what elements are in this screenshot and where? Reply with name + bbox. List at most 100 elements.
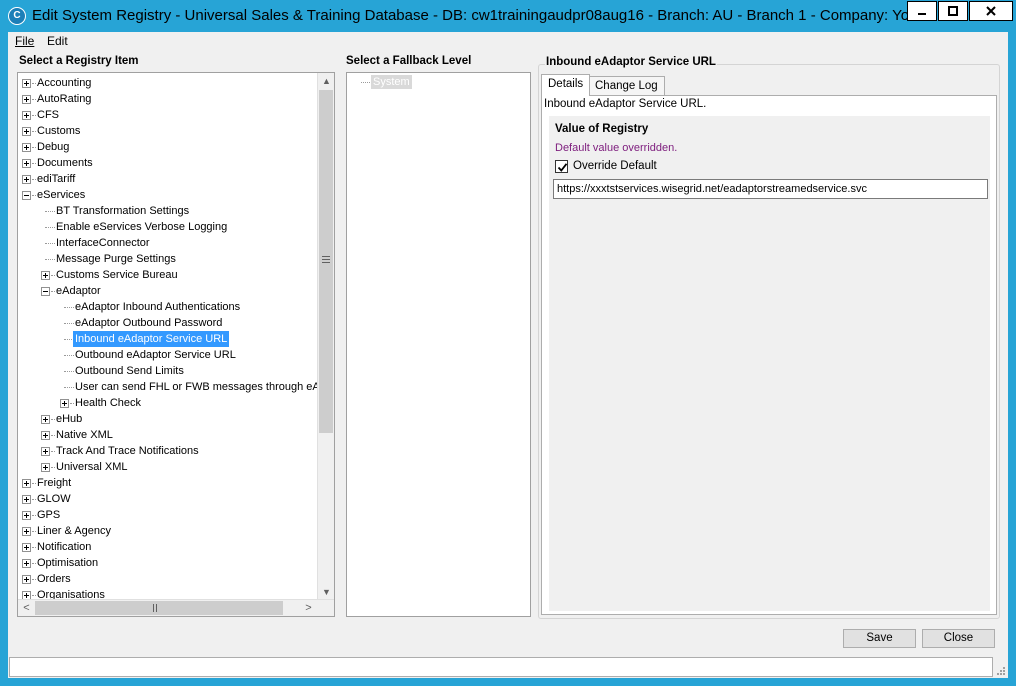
tree-item-label: Track And Trace Notifications xyxy=(56,445,199,457)
tree-vertical-scrollbar[interactable]: ▲ ▼ xyxy=(317,73,334,601)
tree-item[interactable]: Customs xyxy=(18,123,318,139)
window-close-button[interactable] xyxy=(969,1,1013,21)
expand-icon[interactable] xyxy=(22,575,31,584)
tree-item[interactable]: Accounting xyxy=(18,75,318,91)
scroll-right-icon[interactable]: > xyxy=(300,600,317,616)
fallback-heading: Select a Fallback Level xyxy=(346,55,472,67)
tree-item-label: Customs xyxy=(37,125,81,137)
tree-item[interactable]: eAdaptor Outbound Password xyxy=(18,315,318,331)
tree-item[interactable]: Message Purge Settings xyxy=(18,251,318,267)
tree-item[interactable]: Documents xyxy=(18,155,318,171)
tree-item[interactable]: Health Check xyxy=(18,395,318,411)
tree-item[interactable]: InterfaceConnector xyxy=(18,235,318,251)
expand-icon[interactable] xyxy=(22,479,31,488)
expand-icon[interactable] xyxy=(22,543,31,552)
tree-item-label: Customs Service Bureau xyxy=(56,269,178,281)
c-logo-icon: C xyxy=(8,7,26,25)
expand-icon[interactable] xyxy=(22,111,31,120)
tree-item[interactable]: Optimisation xyxy=(18,555,318,571)
title-bar[interactable]: C Edit System Registry - Universal Sales… xyxy=(0,0,1016,32)
tree-item[interactable]: eHub xyxy=(18,411,318,427)
fallback-list[interactable]: System xyxy=(346,72,531,617)
status-bar xyxy=(8,656,1008,678)
expand-icon[interactable] xyxy=(22,79,31,88)
registry-tree[interactable]: Accounting AutoRating CFS Customs Debug Docum… xyxy=(17,72,335,617)
tree-item[interactable]: BT Transformation Settings xyxy=(18,203,318,219)
collapse-icon[interactable] xyxy=(41,287,50,296)
tab-details[interactable]: Details xyxy=(541,74,591,96)
tree-item[interactable]: Track And Trace Notifications xyxy=(18,443,318,459)
tree-item-label: GLOW xyxy=(37,493,71,505)
expand-icon[interactable] xyxy=(41,271,50,280)
expand-icon[interactable] xyxy=(22,143,31,152)
tree-item[interactable]: Liner & Agency xyxy=(18,523,318,539)
tree-item-label: User can send FHL or FWB messages throug… xyxy=(75,381,326,393)
save-button[interactable]: Save xyxy=(843,629,916,648)
tree-horizontal-scrollbar[interactable]: < > xyxy=(18,599,334,616)
tree-item[interactable]: GPS xyxy=(18,507,318,523)
minimize-button[interactable] xyxy=(907,1,937,21)
tree-item-label: AutoRating xyxy=(37,93,92,105)
tree-item[interactable]: Outbound eAdaptor Service URL xyxy=(18,347,318,363)
tree-item[interactable]: eAdaptor Inbound Authentications xyxy=(18,299,318,315)
tree-item-label: InterfaceConnector xyxy=(56,237,150,249)
tree-item[interactable]: Universal XML xyxy=(18,459,318,475)
tree-item[interactable]: Freight xyxy=(18,475,318,491)
expand-icon[interactable] xyxy=(22,559,31,568)
tree-item[interactable]: AutoRating xyxy=(18,91,318,107)
registry-description: Inbound eAdaptor Service URL. xyxy=(544,98,707,110)
tree-item[interactable]: ediTariff xyxy=(18,171,318,187)
tree-item-label: Outbound eAdaptor Service URL xyxy=(75,349,236,361)
details-tab-panel: Inbound eAdaptor Service URL. Value of R… xyxy=(541,95,997,615)
registry-value-input[interactable]: https://xxxtstservices.wisegrid.net/eada… xyxy=(553,179,988,199)
tree-item[interactable]: Inbound eAdaptor Service URL xyxy=(18,331,318,347)
expand-icon[interactable] xyxy=(22,95,31,104)
tree-item-label: CFS xyxy=(37,109,59,121)
tree-item-label: Message Purge Settings xyxy=(56,253,176,265)
override-note: Default value overridden. xyxy=(555,142,678,154)
expand-icon[interactable] xyxy=(22,511,31,520)
tree-item[interactable]: eAdaptor xyxy=(18,283,318,299)
value-heading: Value of Registry xyxy=(555,123,649,135)
expand-icon[interactable] xyxy=(41,431,50,440)
expand-icon[interactable] xyxy=(41,415,50,424)
tree-item[interactable]: User can send FHL or FWB messages throug… xyxy=(18,379,326,395)
tree-item-label: Orders xyxy=(37,573,71,585)
maximize-button[interactable] xyxy=(938,1,968,21)
override-default-checkbox[interactable] xyxy=(555,160,568,173)
detail-group-title: Inbound eAdaptor Service URL xyxy=(545,56,717,68)
expand-icon[interactable] xyxy=(41,463,50,472)
tree-item[interactable]: Native XML xyxy=(18,427,318,443)
expand-icon[interactable] xyxy=(22,495,31,504)
scroll-up-icon[interactable]: ▲ xyxy=(318,73,334,90)
tree-item-label: eAdaptor xyxy=(56,285,101,297)
expand-icon[interactable] xyxy=(22,127,31,136)
expand-icon[interactable] xyxy=(22,175,31,184)
tree-item[interactable]: Orders xyxy=(18,571,318,587)
tree-item[interactable]: Notification xyxy=(18,539,318,555)
tree-item[interactable]: eServices xyxy=(18,187,318,203)
tree-item[interactable]: Outbound Send Limits xyxy=(18,363,318,379)
tree-item-label-selected: Inbound eAdaptor Service URL xyxy=(73,331,230,347)
tree-item[interactable]: Debug xyxy=(18,139,318,155)
expand-icon[interactable] xyxy=(22,159,31,168)
tree-item[interactable]: Customs Service Bureau xyxy=(18,267,318,283)
vertical-scroll-thumb[interactable] xyxy=(319,90,333,433)
collapse-icon[interactable] xyxy=(22,191,31,200)
scroll-left-icon[interactable]: < xyxy=(18,600,35,616)
tree-item-label: eServices xyxy=(37,189,86,201)
tree-item[interactable]: CFS xyxy=(18,107,318,123)
expand-icon[interactable] xyxy=(41,447,50,456)
tree-connector xyxy=(361,82,370,83)
tab-change-log[interactable]: Change Log xyxy=(588,76,665,96)
close-button[interactable]: Close xyxy=(922,629,995,648)
menu-edit[interactable]: Edit xyxy=(47,34,68,48)
expand-icon[interactable] xyxy=(60,399,69,408)
tree-item[interactable]: GLOW xyxy=(18,491,318,507)
resize-grip-icon[interactable] xyxy=(996,666,1006,676)
horizontal-scroll-thumb[interactable] xyxy=(35,601,283,615)
menu-file[interactable]: File xyxy=(15,34,34,48)
fallback-item-system[interactable]: System xyxy=(371,75,412,89)
tree-item[interactable]: Enable eServices Verbose Logging xyxy=(18,219,318,235)
expand-icon[interactable] xyxy=(22,527,31,536)
